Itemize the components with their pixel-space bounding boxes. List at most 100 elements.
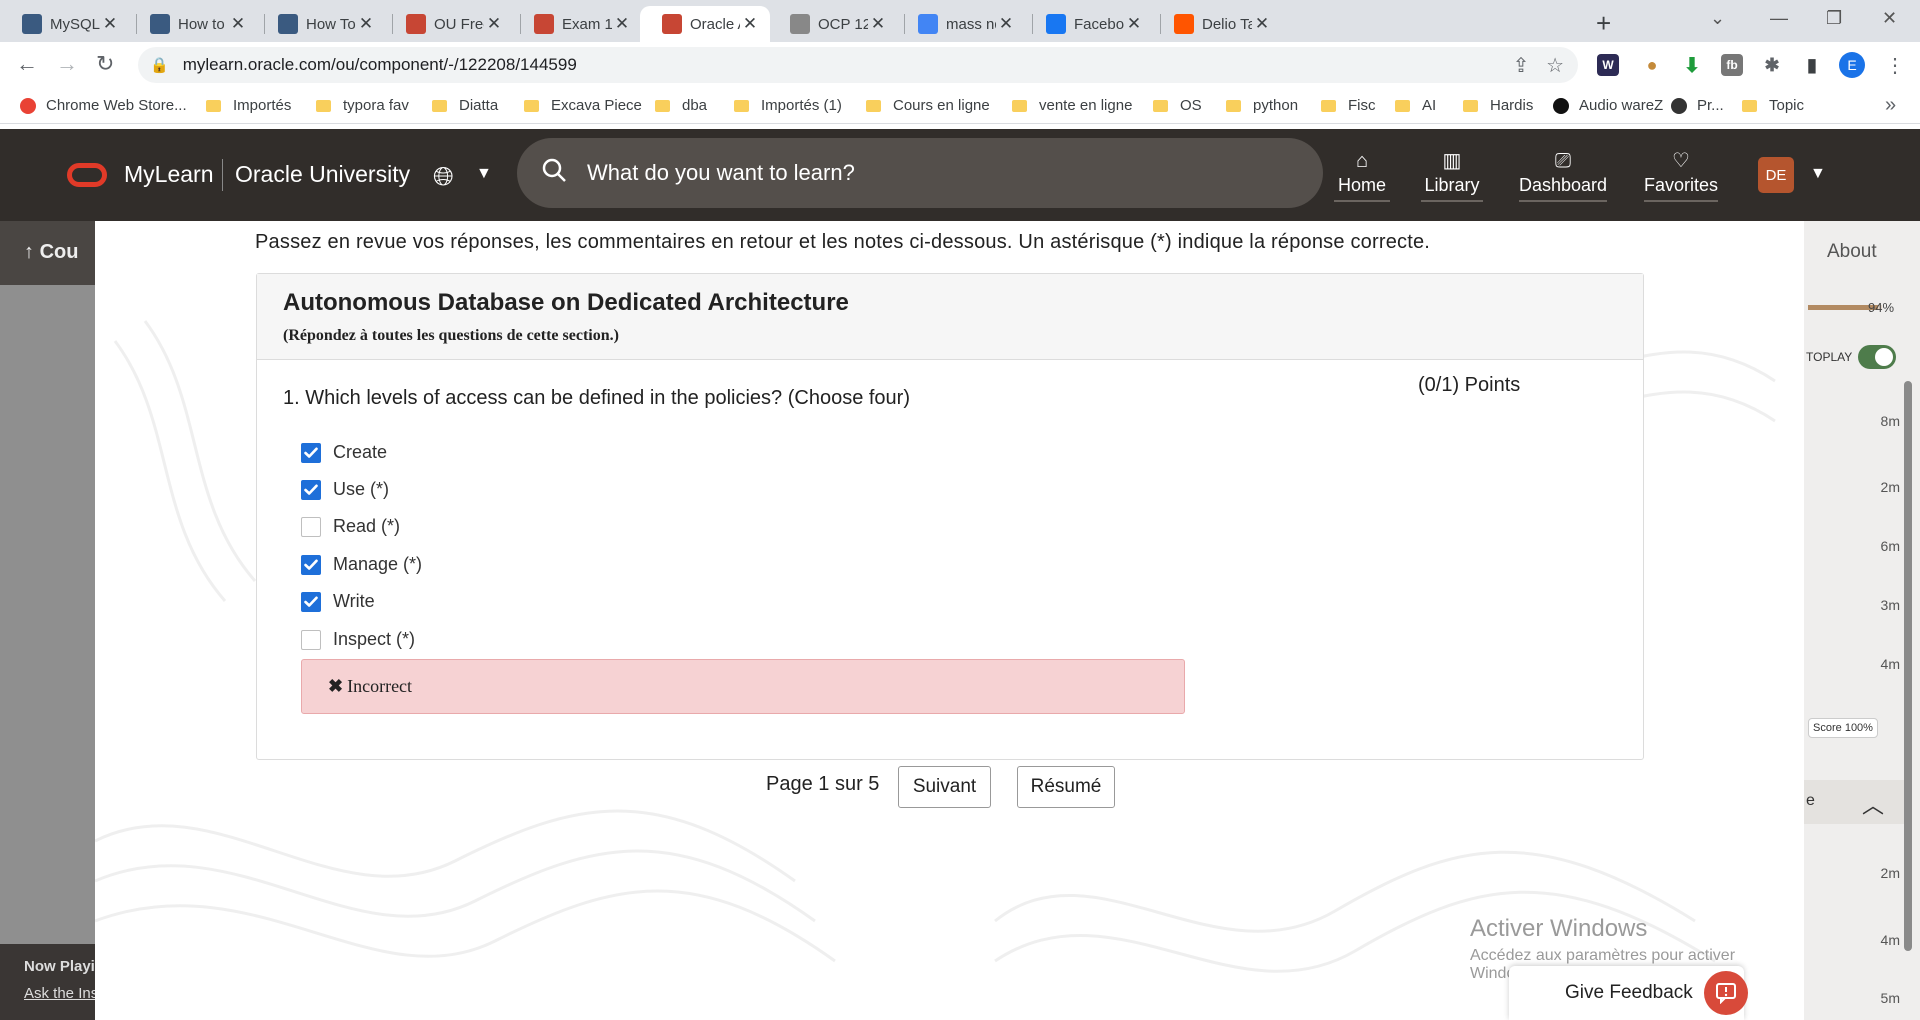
bookmark-item[interactable]: Audio wareZ [1553, 97, 1663, 114]
close-tab-icon[interactable]: ✕ [868, 14, 888, 34]
site-search-input[interactable]: What do you want to learn? [517, 138, 1323, 208]
restore-button[interactable]: ❐ [1826, 8, 1842, 29]
browser-tab[interactable]: mass ndaw✕ [896, 6, 1026, 42]
bookmark-item[interactable]: Importés [206, 97, 291, 114]
bookmark-label: Diatta [459, 97, 499, 114]
checkbox-icon[interactable] [301, 516, 321, 537]
answer-label: Manage (*) [333, 554, 423, 574]
nav-home[interactable]: ⌂ Home [1334, 149, 1390, 202]
puzzle-extensions-icon[interactable]: ✱ [1761, 54, 1783, 76]
bookmark-item[interactable]: Pr... [1671, 97, 1724, 114]
omnibox[interactable]: 🔒 mylearn.oracle.com/ou/component/-/1222… [138, 47, 1578, 83]
close-tab-icon[interactable]: ✕ [1252, 14, 1272, 34]
back-arrow-icon[interactable]: ← [16, 51, 38, 77]
nav-dashboard[interactable]: ⎚ Dashboard [1519, 149, 1607, 202]
oracle-logo-icon[interactable] [67, 163, 107, 187]
next-button[interactable]: Suivant [898, 766, 991, 808]
side-panel-icon[interactable]: ▮ [1801, 54, 1823, 76]
course-back-link[interactable]: ↑ Cou [0, 221, 95, 285]
answer-option[interactable]: Inspect (*) [301, 629, 415, 650]
extension-icon[interactable]: W [1597, 54, 1619, 76]
browser-tab[interactable]: OU Free OC✕ [384, 6, 514, 42]
user-avatar[interactable]: DE [1758, 157, 1794, 193]
browser-tab[interactable]: Exam 1Z0-9✕ [512, 6, 642, 42]
reload-icon[interactable]: ↻ [96, 51, 114, 77]
brand-divider [222, 159, 223, 191]
profile-avatar[interactable]: E [1839, 52, 1865, 78]
brand-name[interactable]: MyLearn [124, 161, 213, 188]
chrome-menu-icon[interactable]: ⋮ [1885, 53, 1905, 78]
close-tab-icon[interactable]: ✕ [100, 14, 120, 34]
minimize-button[interactable]: — [1770, 8, 1788, 29]
close-tab-icon[interactable]: ✕ [484, 14, 504, 34]
browser-tab[interactable]: MySQL DBA✕ [0, 6, 130, 42]
ask-instructor-link[interactable]: Ask the Ins [24, 985, 95, 1002]
search-placeholder[interactable]: What do you want to learn? [587, 160, 855, 186]
summary-button[interactable]: Résumé [1017, 766, 1115, 808]
bookmark-item[interactable]: vente en ligne [1012, 97, 1132, 114]
nav-favorites[interactable]: ♡ Favorites [1644, 149, 1718, 202]
lock-icon[interactable]: 🔒 [150, 56, 169, 74]
bookmarks-bar: Chrome Web Store... Importés typora fav Dia… [0, 88, 1920, 124]
answer-option[interactable]: Write [301, 591, 375, 612]
answer-option[interactable]: Use (*) [301, 479, 389, 500]
browser-tab[interactable]: Facebook✕ [1024, 6, 1154, 42]
feedback-chat-icon[interactable] [1704, 971, 1748, 1015]
checkbox-icon[interactable] [301, 479, 321, 500]
bookmark-item[interactable]: AI [1395, 97, 1436, 114]
chevron-up-icon[interactable]: ︿ [1862, 788, 1884, 820]
checkbox-icon[interactable] [301, 554, 321, 575]
section-header-label: e [1806, 792, 1815, 809]
close-tab-icon[interactable]: ✕ [996, 14, 1016, 34]
share-and-bookmark-icons[interactable]: ⇪ ☆ [1513, 53, 1564, 78]
bookmark-item[interactable]: typora fav [316, 97, 409, 114]
browser-tab[interactable]: How to Res✕ [128, 6, 258, 42]
about-tab[interactable]: About [1827, 241, 1877, 263]
browser-tab[interactable]: Delio Tala n✕ [1152, 6, 1282, 42]
bookmark-item[interactable]: Cours en ligne [866, 97, 990, 114]
search-icon[interactable] [541, 157, 575, 190]
bookmark-item[interactable]: OS [1153, 97, 1202, 114]
page-scrollbar[interactable] [1904, 381, 1912, 951]
close-tab-icon[interactable]: ✕ [356, 14, 376, 34]
bookmark-item[interactable]: Fisc [1321, 97, 1376, 114]
bookmark-item[interactable]: Diatta [432, 97, 498, 114]
bookmark-item[interactable]: python [1226, 97, 1298, 114]
close-tab-icon[interactable]: ✕ [1124, 14, 1144, 34]
url-text[interactable]: mylearn.oracle.com/ou/component/-/122208… [183, 55, 577, 75]
browser-tab[interactable]: How To Bac✕ [256, 6, 386, 42]
browser-tab[interactable]: OCP 12C - ✕ [768, 6, 898, 42]
answer-option[interactable]: Read (*) [301, 516, 400, 537]
answer-option[interactable]: Create [301, 442, 387, 463]
cookie-extension-icon[interactable]: ● [1641, 54, 1663, 76]
browser-tab[interactable]: Oracle Auto✕ [640, 6, 770, 42]
close-tab-icon[interactable]: ✕ [740, 14, 760, 34]
bookmark-item[interactable]: Topic [1742, 97, 1804, 114]
checkbox-icon[interactable] [301, 591, 321, 612]
globe-icon[interactable]: 🌐︎ [433, 161, 454, 193]
bookmark-item[interactable]: Hardis [1463, 97, 1533, 114]
bookmark-item[interactable]: Chrome Web Store... [20, 97, 187, 114]
close-window-button[interactable]: ✕ [1882, 8, 1897, 29]
bookmark-item[interactable]: Excava Piece [524, 97, 642, 114]
autoplay-toggle[interactable] [1858, 345, 1896, 369]
user-menu-caret-icon[interactable]: ▼ [1810, 165, 1826, 183]
new-tab-button[interactable]: + [1596, 8, 1611, 39]
checkbox-icon[interactable] [301, 442, 321, 463]
tab-search-icon[interactable]: ⌄ [1710, 8, 1725, 29]
bookmark-item[interactable]: dba [655, 97, 707, 114]
bookmarks-overflow-icon[interactable]: » [1885, 94, 1896, 117]
now-playing-panel: Now Playi Ask the Ins [0, 944, 95, 1020]
download-extension-icon[interactable]: ⬇ [1681, 54, 1703, 77]
answer-option[interactable]: Manage (*) [301, 554, 422, 575]
university-name[interactable]: Oracle University [235, 161, 410, 188]
language-caret-icon[interactable]: ▼ [476, 165, 492, 183]
forward-arrow-icon[interactable]: → [56, 51, 78, 77]
bookmark-label: Importés (1) [761, 97, 842, 114]
nav-library[interactable]: ▥ Library [1421, 149, 1483, 202]
close-tab-icon[interactable]: ✕ [228, 14, 248, 34]
bookmark-item[interactable]: Importés (1) [734, 97, 842, 114]
fb-extension-icon[interactable]: fb [1721, 54, 1743, 76]
checkbox-icon[interactable] [301, 629, 321, 650]
close-tab-icon[interactable]: ✕ [612, 14, 632, 34]
